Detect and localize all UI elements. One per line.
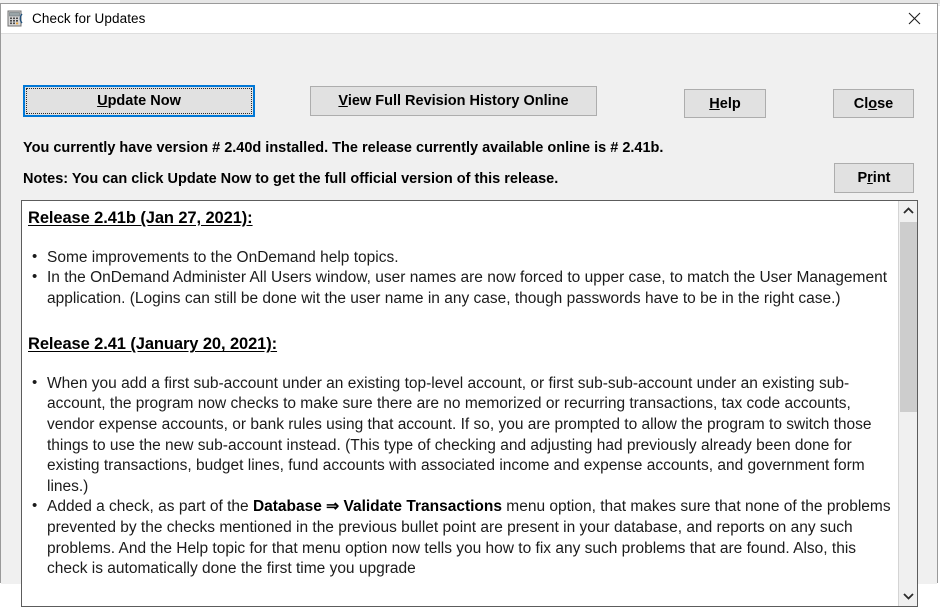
update-now-label: Update Now — [97, 93, 181, 109]
bullet-menu-path: Database ⇒ Validate Transactions — [252, 498, 502, 516]
chevron-up-icon[interactable] — [899, 202, 917, 220]
release-notes-panel: Release 2.41b (Jan 27, 2021): Some impro… — [21, 200, 918, 607]
release-heading-241: Release 2.41 (January 20, 2021): — [28, 335, 278, 354]
view-full-revision-history-online-button[interactable]: View Full Revision History Online — [310, 86, 597, 116]
vertical-scrollbar[interactable] — [898, 201, 917, 606]
calculator-icon — [7, 10, 24, 27]
bullet-prefix: Added a check, as part of the — [47, 498, 253, 516]
close-button[interactable]: Close — [833, 89, 914, 118]
dialog-client-area: Update Now View Full Revision History On… — [1, 33, 937, 607]
release-241-bullet-list: When you add a first sub-account under a… — [28, 373, 891, 580]
release-241b-bullet-list: Some improvements to the OnDemand help t… — [28, 247, 891, 310]
chevron-down-icon[interactable] — [899, 587, 917, 605]
list-item: Added a check, as part of the Database ⇒… — [28, 496, 891, 579]
scroll-thumb[interactable] — [900, 222, 917, 412]
list-item: When you add a first sub-account under a… — [28, 373, 891, 498]
close-icon[interactable] — [891, 4, 937, 32]
title-bar[interactable]: Check for Updates — [1, 4, 937, 33]
release-heading-row: Release 2.41 (January 20, 2021): — [28, 333, 891, 356]
release-heading-241b: Release 2.41b (Jan 27, 2021): — [28, 209, 253, 227]
help-button[interactable]: Help — [684, 89, 766, 118]
window-title: Check for Updates — [32, 11, 146, 26]
list-item: In the OnDemand Administer All Users win… — [28, 267, 891, 309]
check-for-updates-dialog: Check for Updates Update Now View Full R… — [0, 3, 938, 607]
help-label: Help — [709, 95, 741, 112]
installed-version-text: You currently have version # 2.40d insta… — [23, 140, 664, 156]
update-now-button[interactable]: Update Now — [23, 85, 255, 117]
close-label: Close — [853, 95, 894, 112]
print-label: Print — [857, 170, 891, 186]
list-item: Some improvements to the OnDemand help t… — [28, 247, 891, 269]
view-history-label: View Full Revision History Online — [338, 93, 569, 109]
print-button[interactable]: Print — [834, 163, 914, 193]
release-notes-scroll-area[interactable]: Release 2.41b (Jan 27, 2021): Some impro… — [22, 201, 899, 606]
release-heading-row: Release 2.41b (Jan 27, 2021): — [28, 207, 891, 230]
notes-text: Notes: You can click Update Now to get t… — [23, 171, 559, 187]
